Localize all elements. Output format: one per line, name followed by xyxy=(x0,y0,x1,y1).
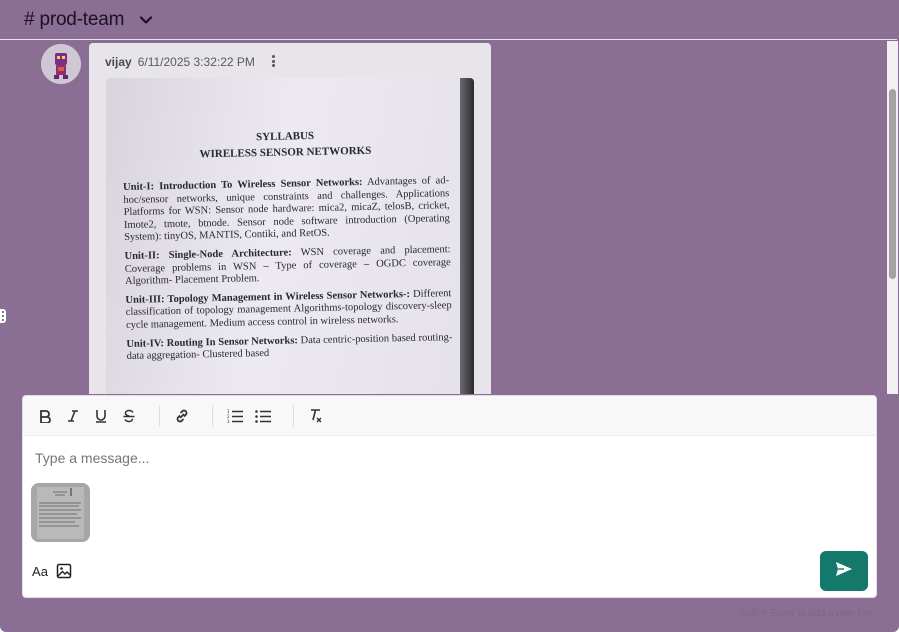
image-icon[interactable] xyxy=(55,562,73,580)
document-subtitle: WIRELESS SENSOR NETWORKS xyxy=(199,144,372,161)
clear-format-icon[interactable] xyxy=(306,406,326,426)
photo-document: SYLLABUS WIRELESS SENSOR NETWORKS Unit-I… xyxy=(122,127,453,369)
chevron-down-icon[interactable] xyxy=(138,12,154,28)
document-unit: Unit-IV: Routing In Sensor Networks: Dat… xyxy=(126,331,453,363)
app-window: # prod-team vijay 6/11/2025 3:32:22 PM S… xyxy=(0,0,899,632)
channel-name[interactable]: # prod-team xyxy=(24,9,124,31)
attachment-thumbnail[interactable] xyxy=(31,483,90,542)
document-unit: Unit-III: Topology Management in Wireles… xyxy=(125,287,452,331)
avatar[interactable] xyxy=(41,44,81,84)
toolbar-divider xyxy=(159,404,160,427)
scrollbar[interactable] xyxy=(887,41,898,394)
send-button[interactable] xyxy=(820,551,868,591)
document-unit: Unit-I: Introduction To Wireless Sensor … xyxy=(123,175,450,244)
message-composer: 123 Aa xyxy=(22,395,877,598)
send-icon xyxy=(835,561,853,582)
photo-edge-shadow xyxy=(460,78,474,394)
more-options-icon[interactable] xyxy=(269,53,277,69)
link-icon[interactable] xyxy=(172,406,192,426)
message-list[interactable]: vijay 6/11/2025 3:32:22 PM SYLLABUS WIRE… xyxy=(1,41,898,394)
toolbar-divider xyxy=(293,404,294,427)
composer-footer-tools: Aa xyxy=(31,562,79,580)
message-author[interactable]: vijay xyxy=(105,55,132,69)
attached-photo[interactable]: SYLLABUS WIRELESS SENSOR NETWORKS Unit-I… xyxy=(106,78,474,394)
sidebar-toggle-handle[interactable] xyxy=(0,309,6,323)
text-format-toggle[interactable]: Aa xyxy=(31,562,49,580)
scrollbar-thumb[interactable] xyxy=(889,89,896,279)
document-unit: Unit-II: Single-Node Architecture: WSN c… xyxy=(124,244,451,288)
message-meta: vijay 6/11/2025 3:32:22 PM xyxy=(105,55,255,69)
message-timestamp: 6/11/2025 3:32:22 PM xyxy=(137,55,255,69)
document-title: SYLLABUS xyxy=(255,129,315,144)
svg-text:3: 3 xyxy=(227,419,230,423)
toolbar-divider xyxy=(212,404,213,427)
message-input[interactable] xyxy=(35,448,855,468)
channel-header: # prod-team xyxy=(0,0,897,40)
bullet-list-icon[interactable] xyxy=(253,406,273,426)
italic-icon[interactable] xyxy=(63,406,83,426)
bold-icon[interactable] xyxy=(35,406,55,426)
underline-icon[interactable] xyxy=(91,406,111,426)
composer-hint: Shift + Enter to add a new line xyxy=(739,608,873,619)
ordered-list-icon[interactable]: 123 xyxy=(225,406,245,426)
format-toolbar: 123 xyxy=(23,396,876,436)
message-card: vijay 6/11/2025 3:32:22 PM SYLLABUS WIRE… xyxy=(89,43,491,394)
strikethrough-icon[interactable] xyxy=(119,406,139,426)
